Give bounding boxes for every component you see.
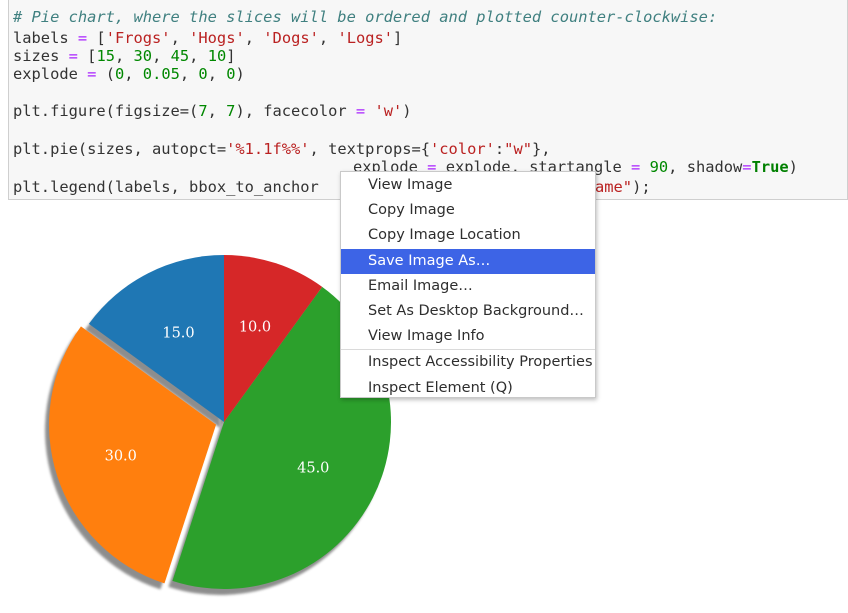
code-string: 'color' bbox=[430, 140, 495, 158]
menu-item-inspect-element[interactable]: Inspect Element (Q) bbox=[341, 376, 595, 401]
menu-item-label: Save Image As… bbox=[368, 252, 491, 269]
menu-item-label: Copy Image bbox=[368, 202, 455, 219]
code-string: "w" bbox=[504, 140, 532, 158]
menu-item-email-image[interactable]: Email Image… bbox=[341, 274, 595, 299]
menu-item-view-image[interactable]: View Image bbox=[341, 173, 595, 198]
code-call: plt.legend(labels, bbox_to_anchor bbox=[13, 178, 329, 196]
code-var: labels bbox=[13, 29, 69, 47]
pie-data-label: 45.0 bbox=[297, 460, 329, 476]
code-call: ); bbox=[632, 178, 651, 196]
code-comment: # Pie chart, where the slices will be or… bbox=[13, 8, 718, 26]
code-string: 'Frogs' bbox=[105, 29, 171, 47]
code-number: 90 bbox=[649, 158, 669, 176]
code-number: 0 bbox=[198, 65, 208, 83]
menu-item-label: Email Image… bbox=[368, 277, 473, 294]
code-line-legend-tail: ame"); bbox=[595, 178, 651, 196]
menu-item-copy-image[interactable]: Copy Image bbox=[341, 198, 595, 223]
menu-item-label: Set As Desktop Background… bbox=[368, 302, 584, 319]
code-string: ame" bbox=[595, 178, 633, 196]
code-number: 7 bbox=[198, 102, 208, 120]
code-string: 'w' bbox=[374, 102, 403, 120]
code-line-pie: plt.pie(sizes, autopct='%1.1f%%', textpr… bbox=[13, 140, 551, 158]
menu-item-label: Inspect Accessibility Properties bbox=[368, 354, 593, 371]
code-call: shadow bbox=[686, 158, 743, 176]
code-call: plt.pie(sizes, autopct= bbox=[13, 140, 227, 158]
code-number: 10 bbox=[207, 47, 227, 65]
code-string: 'Hogs' bbox=[189, 29, 245, 47]
menu-item-view-image-info[interactable]: View Image Info bbox=[341, 324, 595, 349]
context-menu: View Image Copy Image Copy Image Locatio… bbox=[340, 171, 596, 398]
code-call: textprops={ bbox=[328, 140, 431, 158]
code-var: sizes bbox=[13, 47, 60, 65]
menu-item-label: View Image Info bbox=[368, 328, 485, 345]
code-cell[interactable]: # Pie chart, where the slices will be or… bbox=[8, 0, 848, 200]
code-line-explode: explode = (0, 0.05, 0, 0) bbox=[13, 65, 245, 83]
code-string: '%1.1f%%' bbox=[226, 140, 310, 158]
code-line-figure: plt.figure(figsize=(7, 7), facecolor = '… bbox=[13, 102, 412, 120]
menu-item-label: Inspect Element (Q) bbox=[368, 379, 513, 396]
menu-item-set-desktop-background[interactable]: Set As Desktop Background… bbox=[341, 299, 595, 324]
code-var: explode bbox=[13, 65, 78, 83]
code-number: 0.05 bbox=[142, 65, 180, 83]
menu-item-label: Copy Image Location bbox=[368, 227, 521, 244]
code-number: 30 bbox=[133, 47, 153, 65]
code-line-labels: labels = ['Frogs', 'Hogs', 'Dogs', 'Logs… bbox=[13, 29, 403, 47]
code-number: 15 bbox=[96, 47, 115, 65]
menu-item-label: View Image bbox=[368, 177, 453, 193]
menu-item-copy-image-location[interactable]: Copy Image Location bbox=[341, 223, 595, 248]
code-string: 'Logs' bbox=[337, 29, 394, 47]
pie-data-label: 30.0 bbox=[105, 449, 137, 465]
pie-data-label: 10.0 bbox=[239, 320, 271, 336]
pie-data-label: 15.0 bbox=[162, 326, 194, 342]
code-number: 0 bbox=[226, 65, 236, 83]
menu-item-inspect-accessibility[interactable]: Inspect Accessibility Properties bbox=[341, 349, 595, 375]
code-number: 45 bbox=[170, 47, 190, 65]
code-call: plt.figure(figsize=( bbox=[13, 102, 199, 120]
code-string: 'Dogs' bbox=[263, 29, 319, 47]
code-line-sizes: sizes = [15, 30, 45, 10] bbox=[13, 47, 236, 65]
code-keyword: True bbox=[751, 158, 789, 176]
code-number: 0 bbox=[114, 65, 125, 83]
code-line-legend: plt.legend(labels, bbox_to_anchor bbox=[13, 178, 328, 196]
code-call: ), facecolor bbox=[235, 102, 356, 120]
code-line-comment: # Pie chart, where the slices will be or… bbox=[13, 8, 717, 26]
menu-item-save-image-as[interactable]: Save Image As… bbox=[341, 248, 595, 274]
